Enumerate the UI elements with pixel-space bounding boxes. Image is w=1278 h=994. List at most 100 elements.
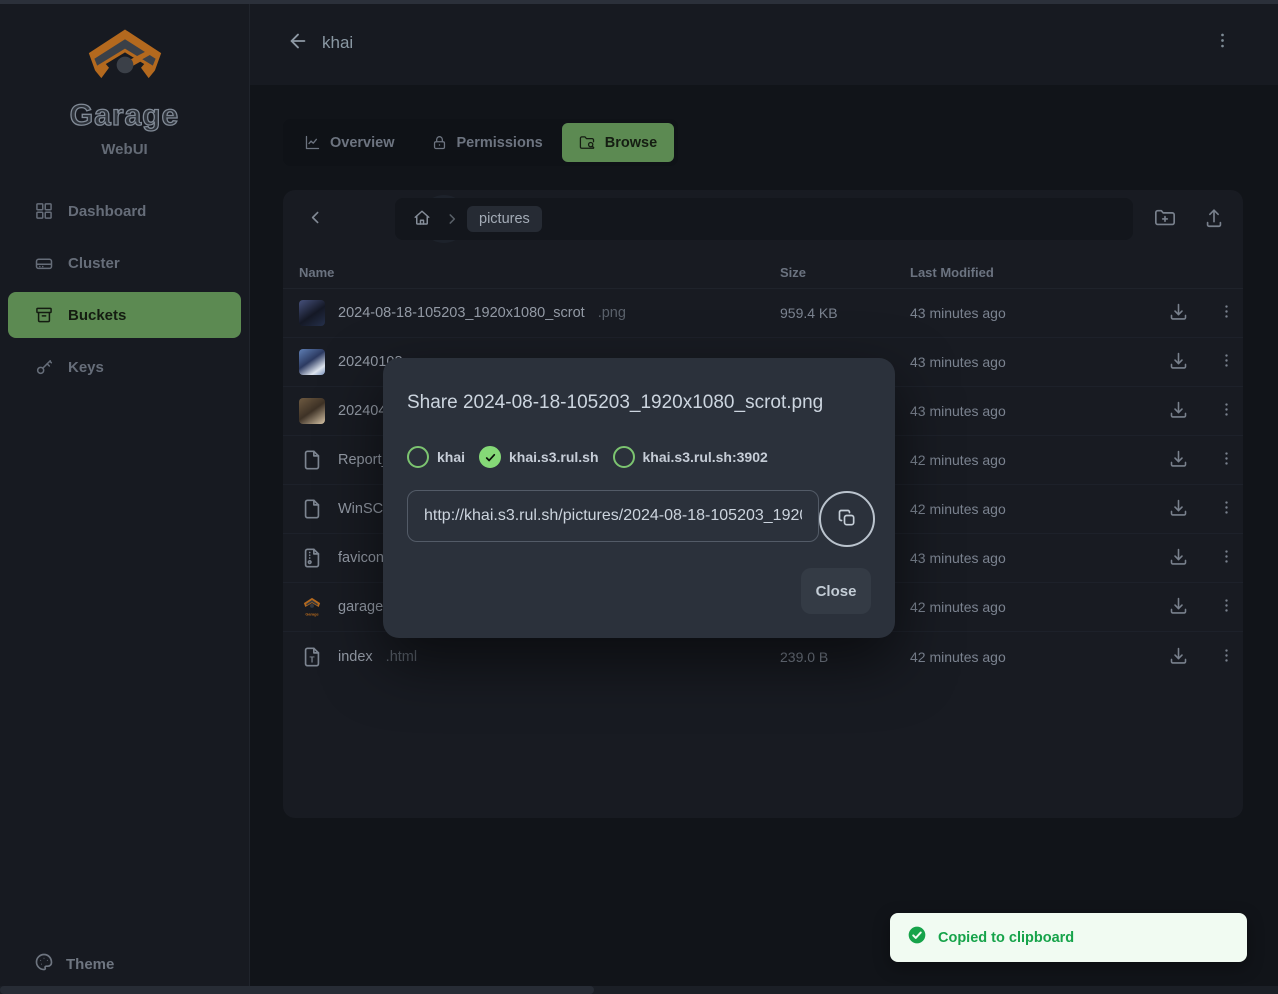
kebab-icon: [1218, 548, 1235, 568]
upload-icon: [1203, 207, 1225, 232]
column-header-size: Size: [764, 265, 894, 280]
row-menu-button[interactable]: [1212, 495, 1240, 523]
breadcrumb-home-button[interactable]: [407, 204, 437, 234]
download-button[interactable]: [1164, 446, 1192, 474]
download-button[interactable]: [1164, 397, 1192, 425]
share-domain-option[interactable]: khai: [407, 446, 465, 468]
kebab-icon: [1218, 597, 1235, 617]
share-url-input[interactable]: [407, 490, 819, 542]
download-button[interactable]: [1164, 348, 1192, 376]
lock-icon: [431, 134, 448, 151]
keys-icon: [34, 357, 54, 377]
share-modal-footer: Close: [801, 568, 871, 614]
table-row[interactable]: 2024-08-18-105203_1920x1080_scrot .png 9…: [283, 289, 1243, 338]
tab-browse[interactable]: Browse: [562, 123, 674, 162]
garage-logo-icon: Garage: [299, 594, 325, 620]
download-button[interactable]: [1164, 544, 1192, 572]
check-circle-icon: [907, 925, 927, 950]
copy-icon: [837, 508, 857, 531]
table-row[interactable]: T index .html 239.0 B 42 minutes ago: [283, 632, 1243, 681]
kebab-icon: [1218, 647, 1235, 667]
sidebar-item-keys[interactable]: Keys: [8, 344, 241, 390]
folder-plus-icon: [1154, 207, 1176, 232]
chevron-left-icon: [307, 209, 324, 229]
sidebar-nav: Dashboard Cluster Buckets Keys: [0, 188, 249, 390]
arrow-left-icon: [287, 30, 309, 55]
file-icon: [299, 496, 325, 522]
row-menu-button[interactable]: [1212, 544, 1240, 572]
kebab-icon: [1218, 450, 1235, 470]
header-menu-button[interactable]: [1208, 28, 1236, 56]
file-size: 959.4 KB: [764, 305, 894, 321]
palette-icon: [34, 952, 54, 976]
share-modal-title: Share 2024-08-18-105203_1920x1080_scrot.…: [407, 392, 871, 414]
thumb-art-warm: [299, 398, 325, 424]
kebab-icon: [1218, 401, 1235, 421]
close-button[interactable]: Close: [801, 568, 871, 614]
row-menu-button[interactable]: [1212, 299, 1240, 327]
row-menu-button[interactable]: [1212, 593, 1240, 621]
share-domain-options: khai khai.s3.rul.sh khai.s3.rul.sh:3902: [407, 446, 871, 468]
thumb-screenshot: [299, 300, 325, 326]
download-icon: [1168, 301, 1189, 325]
file-modified: 42 minutes ago: [894, 599, 1164, 615]
thumb-art-blue: [299, 349, 325, 375]
toast-message: Copied to clipboard: [938, 930, 1074, 946]
breadcrumb: pictures: [395, 198, 1133, 240]
upload-button[interactable]: [1194, 199, 1234, 239]
kebab-icon: [1218, 499, 1235, 519]
toast-notification: Copied to clipboard: [890, 913, 1247, 962]
radio-icon: [407, 446, 429, 468]
download-icon: [1168, 399, 1189, 423]
svg-text:Garage: Garage: [305, 611, 319, 616]
file-modified: 42 minutes ago: [894, 501, 1164, 517]
theme-toggle[interactable]: Theme: [34, 952, 114, 976]
copy-url-button[interactable]: [819, 491, 875, 547]
file-extension: .png: [598, 305, 626, 321]
tab-overview[interactable]: Overview: [287, 123, 412, 162]
column-header-modified: Last Modified: [894, 265, 1164, 280]
share-domain-option[interactable]: khai.s3.rul.sh: [479, 446, 598, 468]
radio-icon: [613, 446, 635, 468]
kebab-icon: [1213, 38, 1232, 53]
file-size: 239.0 B: [764, 649, 894, 665]
theme-label: Theme: [66, 956, 114, 973]
file-modified: 42 minutes ago: [894, 649, 1164, 665]
back-button[interactable]: [284, 29, 312, 57]
row-menu-button[interactable]: [1212, 348, 1240, 376]
app-logo: Garage WebUI: [0, 0, 249, 158]
horizontal-scrollbar-thumb[interactable]: [0, 986, 594, 994]
share-domain-option[interactable]: khai.s3.rul.sh:3902: [613, 446, 768, 468]
row-menu-button[interactable]: [1212, 643, 1240, 671]
bucket-tabs: Overview Permissions Browse: [283, 119, 678, 166]
history-back-button[interactable]: [295, 199, 335, 239]
file-modified: 43 minutes ago: [894, 354, 1164, 370]
svg-text:T: T: [309, 655, 314, 664]
top-edge-highlight: [0, 0, 1278, 4]
chart-icon: [304, 134, 321, 151]
download-button[interactable]: [1164, 495, 1192, 523]
file-modified: 42 minutes ago: [894, 452, 1164, 468]
grid-icon: [34, 201, 54, 221]
download-icon: [1168, 546, 1189, 570]
file-name: 2024-08-18-105203_1920x1080_scrot: [338, 305, 585, 321]
row-menu-button[interactable]: [1212, 446, 1240, 474]
sidebar-item-buckets[interactable]: Buckets: [8, 292, 241, 338]
download-button[interactable]: [1164, 299, 1192, 327]
new-folder-button[interactable]: [1145, 199, 1185, 239]
download-button[interactable]: [1164, 643, 1192, 671]
app-subtitle: WebUI: [0, 141, 249, 158]
file-modified: 43 minutes ago: [894, 403, 1164, 419]
sidebar-item-cluster[interactable]: Cluster: [8, 240, 241, 286]
download-icon: [1168, 497, 1189, 521]
file-extension: .html: [386, 649, 417, 665]
garage-logo-icon: [83, 26, 167, 90]
buckets-icon: [34, 305, 54, 325]
breadcrumb-current-folder[interactable]: pictures: [467, 206, 542, 232]
download-button[interactable]: [1164, 593, 1192, 621]
cluster-icon: [34, 253, 54, 273]
sidebar-item-dashboard[interactable]: Dashboard: [8, 188, 241, 234]
horizontal-scrollbar[interactable]: [0, 986, 1278, 994]
tab-permissions[interactable]: Permissions: [414, 123, 560, 162]
row-menu-button[interactable]: [1212, 397, 1240, 425]
